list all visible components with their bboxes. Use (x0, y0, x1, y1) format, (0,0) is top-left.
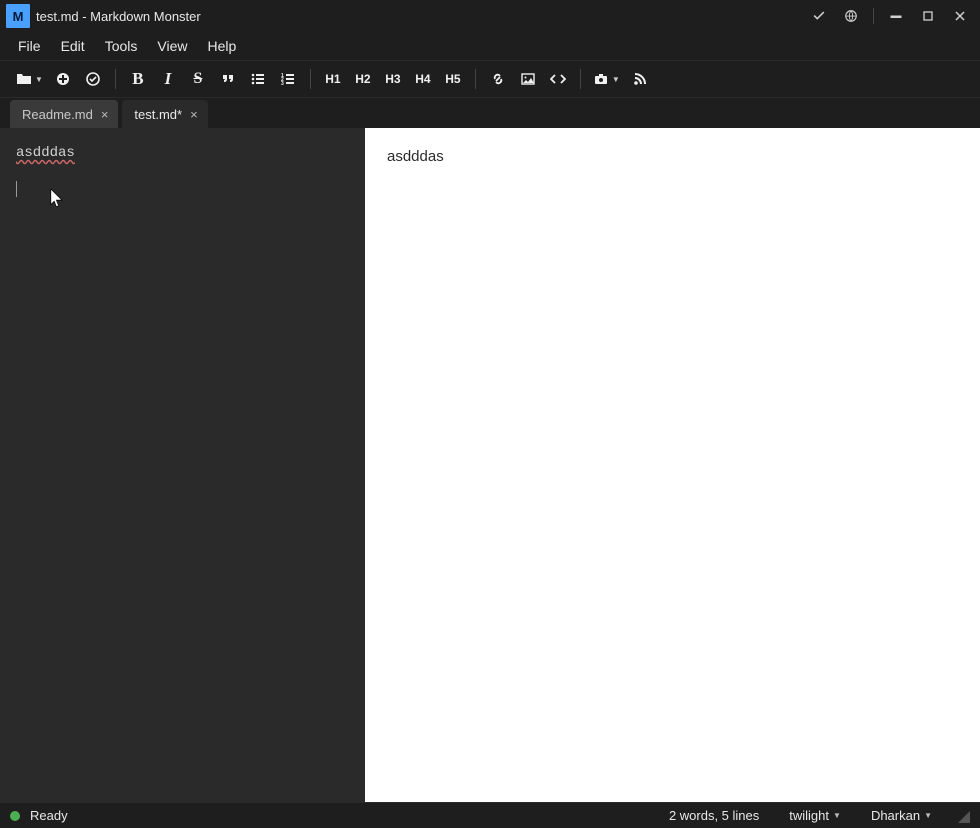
check-icon[interactable] (803, 2, 835, 30)
rss-button[interactable] (626, 65, 654, 93)
status-bar: Ready 2 words, 5 lines twilight ▼ Dharka… (0, 802, 980, 828)
text-cursor (16, 181, 17, 197)
toolbar-separator (310, 69, 311, 89)
image-button[interactable] (514, 65, 542, 93)
editor-theme-label: twilight (789, 808, 829, 823)
chevron-down-icon: ▼ (924, 811, 932, 820)
italic-button[interactable]: I (154, 65, 182, 93)
menu-edit[interactable]: Edit (51, 34, 95, 58)
status-ready: Ready (30, 808, 68, 823)
code-button[interactable] (544, 65, 572, 93)
preview-theme-selector[interactable]: Dharkan ▼ (861, 808, 942, 823)
toolbar-separator (475, 69, 476, 89)
quote-button[interactable] (214, 65, 242, 93)
h4-button[interactable]: H4 (409, 65, 437, 93)
editor-content: asdddas (16, 145, 75, 161)
h5-button[interactable]: H5 (439, 65, 467, 93)
strikethrough-button[interactable]: S (184, 65, 212, 93)
tab-readme[interactable]: Readme.md × (10, 100, 118, 128)
menubar: File Edit Tools View Help (0, 32, 980, 60)
toolbar-separator (580, 69, 581, 89)
h1-button[interactable]: H1 (319, 65, 347, 93)
close-button[interactable] (944, 2, 976, 30)
tab-close-icon[interactable]: × (190, 107, 198, 122)
chevron-down-icon: ▼ (833, 811, 841, 820)
tab-test[interactable]: test.md* × (122, 100, 207, 128)
h3-button[interactable]: H3 (379, 65, 407, 93)
toolbar-separator (115, 69, 116, 89)
menu-help[interactable]: Help (197, 34, 246, 58)
resize-grip[interactable] (956, 809, 970, 823)
tab-close-icon[interactable]: × (101, 107, 109, 122)
tab-label: Readme.md (22, 107, 93, 122)
numbered-list-button[interactable]: 123 (274, 65, 302, 93)
toolbar: ▼ B I S 123 H1 H2 H3 H4 H5 ▼ (0, 60, 980, 98)
save-button[interactable] (79, 65, 107, 93)
tab-bar: Readme.md × test.md* × (0, 98, 980, 128)
svg-text:3: 3 (281, 81, 284, 87)
menu-file[interactable]: File (8, 34, 51, 58)
h2-button[interactable]: H2 (349, 65, 377, 93)
status-indicator-icon (10, 811, 20, 821)
menu-tools[interactable]: Tools (95, 34, 148, 58)
open-button[interactable]: ▼ (12, 65, 47, 93)
status-stats: 2 words, 5 lines (659, 808, 769, 823)
titlebar-separator (873, 8, 874, 24)
minimize-button[interactable] (880, 2, 912, 30)
menu-view[interactable]: View (147, 34, 197, 58)
preview-theme-label: Dharkan (871, 808, 920, 823)
bullet-list-button[interactable] (244, 65, 272, 93)
globe-icon[interactable] (835, 2, 867, 30)
preview-pane: asdddas (365, 128, 980, 802)
editor-pane[interactable]: asdddas (0, 128, 365, 802)
tab-label: test.md* (134, 107, 182, 122)
link-button[interactable] (484, 65, 512, 93)
app-icon: M (6, 4, 30, 28)
main-split: asdddas asdddas (0, 128, 980, 802)
maximize-button[interactable] (912, 2, 944, 30)
screenshot-button[interactable]: ▼ (589, 65, 624, 93)
editor-theme-selector[interactable]: twilight ▼ (779, 808, 851, 823)
titlebar: M test.md - Markdown Monster (0, 0, 980, 32)
preview-content: asdddas (387, 148, 958, 165)
bold-button[interactable]: B (124, 65, 152, 93)
new-button[interactable] (49, 65, 77, 93)
window-title: test.md - Markdown Monster (36, 9, 201, 24)
mouse-cursor-icon (50, 189, 65, 214)
